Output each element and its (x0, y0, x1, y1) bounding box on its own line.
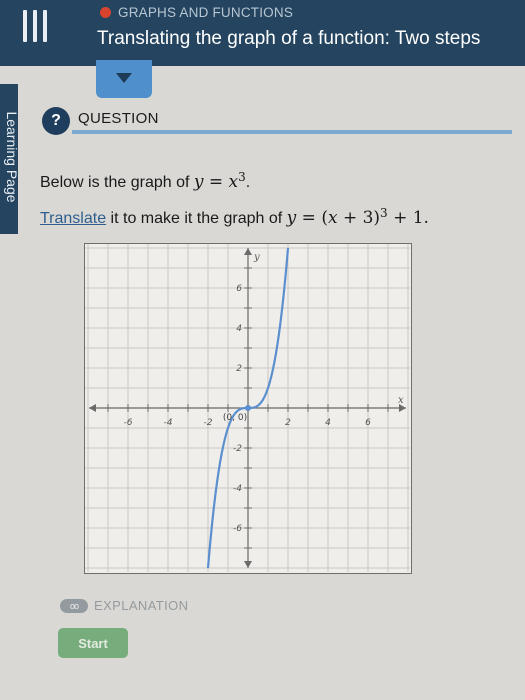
x-tick-label: -4 (164, 418, 173, 428)
explanation-row[interactable]: oo EXPLANATION (60, 598, 188, 613)
topic-status-dot-icon (100, 7, 111, 18)
question-icon: ? (42, 107, 70, 135)
y-tick-label: -2 (233, 444, 242, 454)
question-text-line2: Translate it to make it the graph of y =… (40, 206, 429, 228)
menu-icon[interactable] (20, 10, 50, 42)
y-axis-label: y (253, 252, 260, 263)
explanation-icon: oo (60, 598, 88, 613)
line1-prefix: Below is the graph of (40, 174, 194, 191)
dropdown-toggle-button[interactable] (96, 60, 152, 98)
line2-lhs: y (286, 208, 297, 228)
line2-eq: = ( (296, 208, 328, 228)
x-axis-label: x (398, 395, 404, 406)
start-button[interactable]: Start (58, 628, 128, 658)
line1-eq: = (203, 172, 229, 192)
origin-point (245, 405, 251, 411)
line1-end: . (245, 174, 251, 191)
learning-page-label: Learning Page (4, 111, 20, 203)
question-heading: QUESTION (78, 110, 159, 127)
line1-x: x (228, 172, 239, 192)
topic-label: GRAPHS AND FUNCTIONS (118, 5, 294, 20)
topic-row: GRAPHS AND FUNCTIONS (100, 5, 293, 20)
x-tick-label: 4 (325, 418, 331, 428)
line2-end: + 1. (387, 208, 429, 228)
line2-prefix: it to make it the graph of (106, 210, 287, 227)
header-bar: GRAPHS AND FUNCTIONS Translating the gra… (0, 0, 525, 66)
line2-x: x (327, 208, 338, 228)
chevron-down-icon (116, 73, 132, 83)
x-tick-label: 2 (285, 418, 291, 428)
line1-exponent: 3 (238, 170, 246, 184)
x-tick-label: -2 (204, 418, 213, 428)
y-tick-label: -4 (233, 484, 242, 494)
y-axis-arrow-down (244, 561, 252, 568)
y-tick-label: 4 (236, 324, 242, 334)
y-tick-label: -6 (233, 524, 242, 534)
x-axis-arrow-left (89, 404, 96, 412)
translate-link[interactable]: Translate (40, 210, 106, 227)
x-tick-label: 6 (365, 418, 371, 428)
question-text-line1: Below is the graph of y = x3. (40, 170, 251, 192)
y-tick-label: 2 (236, 364, 242, 374)
graph-svg[interactable]: -6 -4 -2 2 4 6 6 4 2 -2 -4 -6 x y (0, 0) (85, 244, 410, 572)
explanation-label: EXPLANATION (94, 598, 189, 613)
question-divider (72, 130, 512, 134)
line2-plus: + 3) (337, 208, 381, 228)
y-tick-label: 6 (236, 284, 242, 294)
line2-exponent: 3 (380, 206, 388, 220)
y-axis-arrow-up (244, 248, 252, 255)
origin-point-label: (0, 0) (223, 413, 247, 423)
graph-canvas[interactable]: -6 -4 -2 2 4 6 6 4 2 -2 -4 -6 x y (0, 0) (84, 243, 412, 574)
page-title: Translating the graph of a function: Two… (97, 28, 481, 49)
x-tick-label: -6 (124, 418, 133, 428)
